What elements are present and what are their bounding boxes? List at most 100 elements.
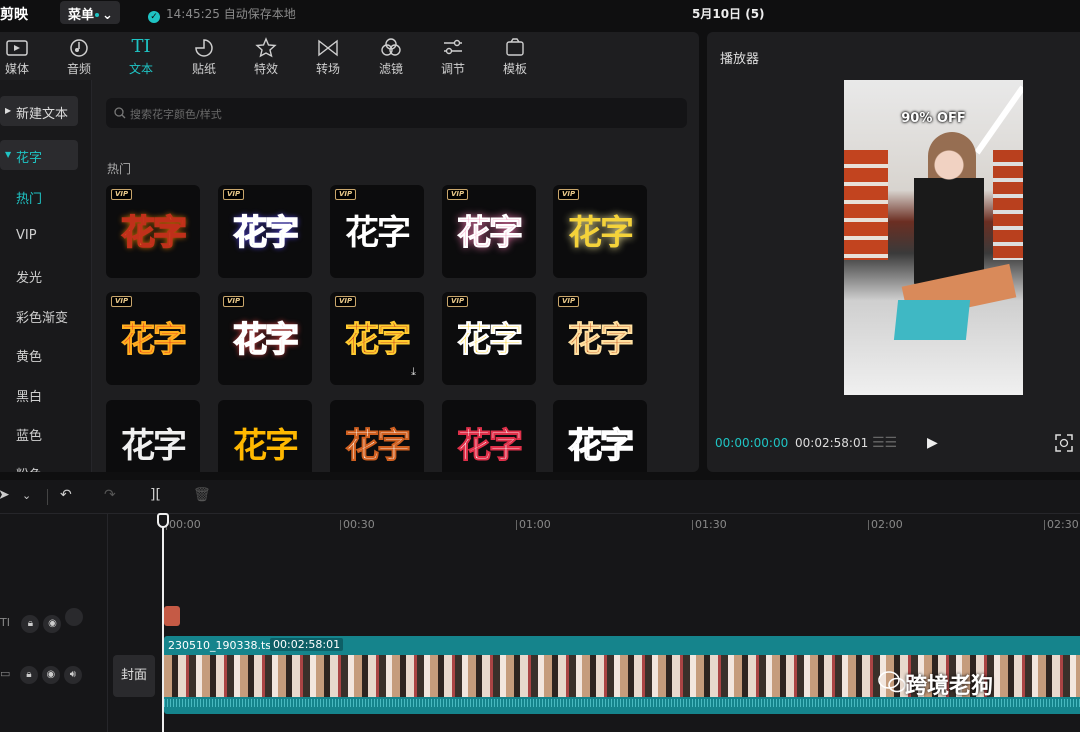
transition-icon xyxy=(318,39,338,57)
video-scene xyxy=(993,150,1023,260)
undo-icon[interactable]: ↶ xyxy=(60,487,72,503)
player-panel: 播放器 90% OFF 00:00:00:00 00:02:58:01 ☰☰ ▶ xyxy=(707,32,1080,472)
audio-waveform xyxy=(164,699,1080,707)
video-overlay-text: 90% OFF xyxy=(901,111,966,126)
huazi-preview: 花字 xyxy=(457,426,524,467)
menu-dot xyxy=(95,13,100,17)
huazi-preview: 花字 xyxy=(345,320,412,361)
tool-audio[interactable]: 音频 xyxy=(59,36,99,77)
tool-transition[interactable]: 转场 xyxy=(308,36,348,77)
huazi-tile[interactable]: 花字 xyxy=(553,400,647,472)
ruler-tick: 02:30 xyxy=(1044,518,1079,531)
huazi-tile[interactable]: VIP 花字 xyxy=(442,292,536,385)
huazi-preview: 花字 xyxy=(345,426,412,467)
huazi-tile[interactable]: VIP 花字 xyxy=(218,292,312,385)
main-toolbar: 媒体 音频 TI 文本 贴纸 特效 转场 滤镜 调节 模板 xyxy=(0,32,699,80)
split-icon[interactable]: ][ xyxy=(150,487,161,503)
vip-badge: VIP xyxy=(558,189,580,200)
cover-button[interactable]: 封面 xyxy=(113,655,155,697)
playhead-handle[interactable] xyxy=(157,513,169,528)
redo-icon[interactable]: ↷ xyxy=(104,487,116,503)
select-cursor-icon[interactable]: ➤ xyxy=(0,487,10,503)
play-icon[interactable]: ▶ xyxy=(927,435,938,451)
vip-badge: VIP xyxy=(558,296,580,307)
time-ruler[interactable]: 00:00 00:30 01:00 01:30 02:00 02:30 xyxy=(163,516,1080,534)
title-bar: 剪映 菜单 ⌄ ✓ 14:45:25 自动保存本地 5月10日 (5) xyxy=(0,0,1080,26)
huazi-tile[interactable]: 花字 xyxy=(106,400,200,472)
text-category-sidebar: ▶新建文本 ▼花字 热门 VIP 发光 彩色渐变 黄色 黑白 蓝色 粉色 xyxy=(0,80,92,472)
huazi-tile[interactable]: 花字 xyxy=(330,400,424,472)
huazi-tile[interactable]: VIP 花字 xyxy=(553,185,647,278)
tool-sticker[interactable]: 贴纸 xyxy=(184,36,224,77)
ruler-tick: 01:30 xyxy=(692,518,727,531)
sidebar-item-gradient[interactable]: 彩色渐变 xyxy=(16,307,68,326)
huazi-preview: 花字 xyxy=(120,212,188,254)
huazi-tile[interactable]: VIP 花字 xyxy=(330,185,424,278)
vip-badge: VIP xyxy=(447,296,469,307)
media-icon xyxy=(6,40,28,56)
waveform-icon[interactable]: ☰☰ xyxy=(872,435,897,451)
huazi-tile[interactable]: 花字 xyxy=(218,400,312,472)
tool-filter[interactable]: 滤镜 xyxy=(371,36,411,77)
ruler-tick: 01:00 xyxy=(516,518,551,531)
filter-icon xyxy=(381,38,401,56)
autosave-status: ✓ 14:45:25 自动保存本地 xyxy=(148,5,296,23)
sidebar-item-bw[interactable]: 黑白 xyxy=(16,386,42,405)
huazi-preview: 花字 xyxy=(568,213,634,253)
current-timecode: 00:00:00:00 xyxy=(715,436,789,450)
huazi-preview: 花字 xyxy=(232,319,300,361)
placeholder-icon xyxy=(65,608,84,626)
ruler-tick: 00:30 xyxy=(340,518,375,531)
project-title: 5月10日 (5) xyxy=(692,7,765,21)
video-scene xyxy=(893,300,971,340)
text-clip[interactable] xyxy=(164,606,180,626)
sidebar-huazi[interactable]: ▼ 花字 xyxy=(0,140,78,170)
huazi-tile[interactable]: VIP 花字 xyxy=(218,185,312,278)
tool-media[interactable]: 媒体 xyxy=(0,36,37,77)
video-preview[interactable]: 90% OFF xyxy=(844,80,1023,395)
menu-button[interactable]: 菜单 ⌄ xyxy=(60,1,120,24)
huazi-tile[interactable]: VIP 花字 xyxy=(106,185,200,278)
app-logo: 剪映 xyxy=(0,7,28,23)
sidebar-new-text[interactable]: ▶ 新建文本 xyxy=(0,96,78,126)
sidebar-item-glow[interactable]: 发光 xyxy=(16,267,42,286)
delete-icon[interactable]: 🗑 xyxy=(193,487,211,503)
huazi-tile[interactable]: VIP 花字 xyxy=(106,292,200,385)
huazi-preview: 花字 xyxy=(568,320,635,361)
template-icon xyxy=(506,38,524,56)
volume-icon[interactable]: 🔊︎ xyxy=(63,666,82,684)
ruler-tick: 02:00 xyxy=(868,518,903,531)
chevron-down-icon[interactable]: ⌄ xyxy=(22,489,31,502)
sidebar-item-hot[interactable]: 热门 xyxy=(16,188,42,207)
huazi-tile[interactable]: VIP 花字 xyxy=(553,292,647,385)
caret-right-icon: ▶ xyxy=(5,106,12,115)
tool-adjust[interactable]: 调节 xyxy=(433,36,473,77)
lock-icon[interactable]: 🔒︎ xyxy=(19,666,38,684)
toolbar-divider xyxy=(47,489,48,505)
huazi-tile[interactable]: VIP 花字 xyxy=(442,185,536,278)
tool-effects[interactable]: 特效 xyxy=(246,36,286,77)
vip-badge: VIP xyxy=(223,189,245,200)
video-scene xyxy=(844,150,888,260)
sidebar-item-pink[interactable]: 粉色 xyxy=(16,464,42,472)
chevron-down-icon: ⌄ xyxy=(102,8,113,23)
lock-icon[interactable]: 🔒︎ xyxy=(21,615,40,633)
tool-text[interactable]: TI 文本 xyxy=(121,36,161,77)
sidebar-item-yellow[interactable]: 黄色 xyxy=(16,346,42,365)
sidebar-item-vip[interactable]: VIP xyxy=(16,228,37,243)
fullscreen-icon[interactable] xyxy=(1055,434,1073,452)
text-icon: TI xyxy=(131,36,151,57)
huazi-tile[interactable]: 花字 xyxy=(442,400,536,472)
huazi-tile[interactable]: VIP 花字 ⤓ xyxy=(330,292,424,385)
download-icon[interactable]: ⤓ xyxy=(411,365,416,379)
tool-template[interactable]: 模板 xyxy=(495,36,535,77)
playhead[interactable] xyxy=(162,514,164,732)
huazi-preview: 花字 xyxy=(121,320,188,361)
eye-icon[interactable]: ◉ xyxy=(43,615,62,633)
search-input[interactable]: 搜索花字颜色/样式 xyxy=(106,98,687,128)
sticker-icon xyxy=(195,39,213,57)
eye-icon[interactable]: ◉ xyxy=(41,666,60,684)
text-track-controls: TI 🔒︎ ◉ xyxy=(0,608,87,633)
sidebar-item-blue[interactable]: 蓝色 xyxy=(16,425,42,444)
ruler-tick: 00:00 xyxy=(166,518,201,531)
